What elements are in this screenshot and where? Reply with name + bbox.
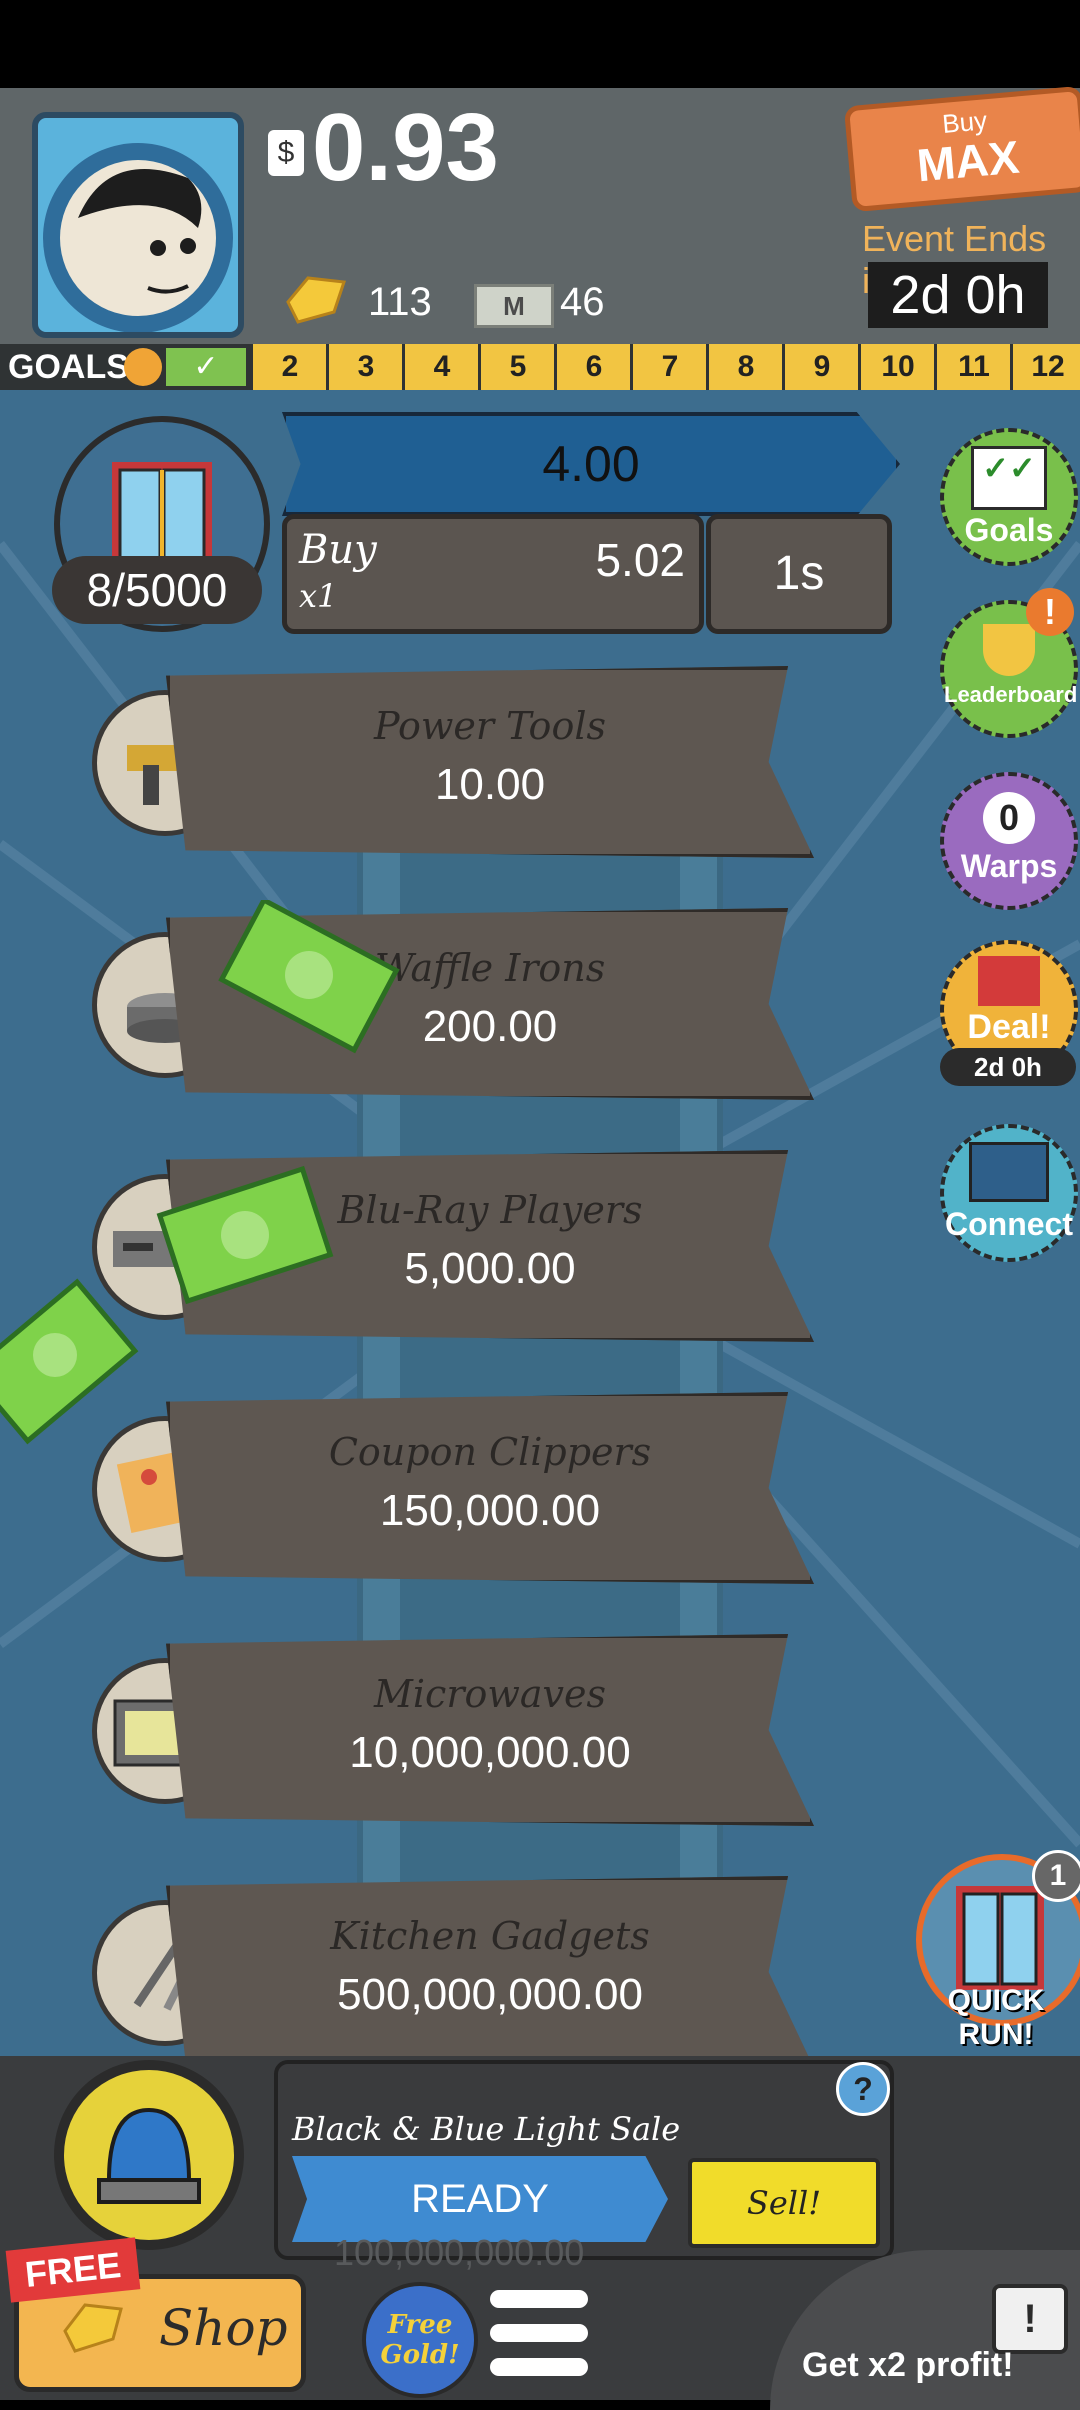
hidden-business-cost: 100,000,000.00 bbox=[334, 2232, 585, 2273]
featured-timer: 1s bbox=[706, 514, 892, 634]
goal-level: 4 bbox=[402, 344, 479, 390]
goal-level: 6 bbox=[554, 344, 631, 390]
quick-run-label: QUICK RUN! bbox=[947, 1984, 1045, 2051]
leaderboard-button-label: Leaderboard bbox=[944, 682, 1078, 707]
menu-icon bbox=[490, 2290, 588, 2308]
featured-progress-bar: 4.00 bbox=[282, 412, 900, 516]
event-timer: 2d 0h bbox=[868, 262, 1048, 328]
goal-level: 5 bbox=[478, 344, 555, 390]
goal-level: 8 bbox=[706, 344, 783, 390]
warps-button-label: Warps bbox=[960, 848, 1058, 884]
siren-icon bbox=[97, 2107, 201, 2204]
gift-box-icon bbox=[978, 956, 1040, 1006]
goal-level: 11 bbox=[934, 344, 1011, 390]
deal-button-label: Deal! bbox=[967, 1008, 1051, 1046]
goal-complete-check-icon: ✓ bbox=[166, 348, 246, 386]
cash-amount: 0.93 bbox=[312, 94, 499, 201]
goal-level: 12 bbox=[1010, 344, 1080, 390]
shop-label: Shop bbox=[159, 2299, 288, 2357]
cash-bill-icon bbox=[156, 1165, 334, 1305]
sell-button[interactable]: Sell! bbox=[688, 2158, 880, 2248]
buy-max-button[interactable]: Buy MAX bbox=[843, 85, 1080, 213]
gift-icon bbox=[124, 348, 162, 386]
goal-level: 2 bbox=[250, 344, 327, 390]
goals-button[interactable]: ✓✓ Goals bbox=[940, 428, 1078, 566]
business-cost: 500,000,000.00 bbox=[337, 1970, 643, 2019]
megabucks-count: 46 bbox=[560, 280, 605, 324]
deal-timer: 2d 0h bbox=[940, 1048, 1076, 1086]
business-name: Power Tools bbox=[374, 704, 606, 748]
warps-button[interactable]: 0 Warps bbox=[940, 772, 1078, 910]
business-cost: 10.00 bbox=[434, 760, 546, 809]
business-row[interactable]: Microwaves 10,000,000.00 bbox=[166, 1634, 814, 1826]
business-row[interactable]: Kitchen Gadgets 500,000,000.00 bbox=[166, 1876, 814, 2068]
sale-status-bar: READY bbox=[292, 2156, 668, 2242]
shop-gold-icon bbox=[63, 2303, 123, 2353]
goal-level: 9 bbox=[782, 344, 859, 390]
gold-bar-icon bbox=[286, 276, 347, 324]
leaderboard-alert-badge: ! bbox=[1026, 588, 1074, 636]
goals-bar[interactable]: GOALS ✓ 2 3 4 5 6 7 8 9 10 11 12 bbox=[0, 344, 1080, 390]
cash-tag-icon: $ bbox=[268, 130, 304, 176]
gold-count: 113 bbox=[368, 280, 432, 324]
goal-level: 10 bbox=[858, 344, 935, 390]
checklist-icon: ✓✓ bbox=[971, 446, 1047, 510]
buy-multiplier: x1 bbox=[299, 577, 338, 615]
featured-buy-button[interactable]: Buy x1 5.02 bbox=[282, 514, 704, 634]
sale-help-button[interactable]: ? bbox=[836, 2062, 890, 2116]
business-row[interactable]: Coupon Clippers 150,000.00 bbox=[166, 1392, 814, 1584]
business-name: Kitchen Gadgets bbox=[330, 1914, 650, 1958]
goals-button-label: Goals bbox=[964, 512, 1054, 548]
x2-profit-label: Get x2 profit! bbox=[802, 2346, 1014, 2384]
business-row[interactable]: Power Tools 10.00 bbox=[166, 666, 814, 858]
siren-button[interactable] bbox=[54, 2060, 244, 2250]
megabucks-icon: M bbox=[474, 284, 554, 328]
goals-label: GOALS bbox=[8, 348, 129, 386]
warps-count: 0 bbox=[983, 792, 1035, 844]
photos-icon bbox=[969, 1142, 1049, 1202]
business-cost: 150,000.00 bbox=[379, 1486, 601, 1535]
tv-ad-icon: ! bbox=[992, 2284, 1068, 2354]
trophy-icon bbox=[983, 624, 1035, 676]
quick-run-count-badge: 1 bbox=[1032, 1850, 1080, 1902]
buy-label: Buy bbox=[299, 527, 377, 573]
status-bar bbox=[0, 0, 1080, 88]
player-avatar[interactable] bbox=[32, 112, 244, 338]
business-cost: 10,000,000.00 bbox=[349, 1728, 631, 1777]
sale-title: Black & Blue Light Sale bbox=[292, 2110, 681, 2148]
astronaut-face-icon bbox=[43, 143, 233, 332]
connect-button-label: Connect bbox=[945, 1206, 1073, 1242]
business-name: Microwaves bbox=[373, 1672, 607, 1716]
cash-bill-icon bbox=[218, 900, 400, 1054]
menu-button[interactable] bbox=[490, 2286, 588, 2382]
buy-cost: 5.02 bbox=[595, 534, 685, 586]
featured-owned-count: 8/5000 bbox=[52, 556, 262, 624]
free-gold-button[interactable]: Free Gold! bbox=[362, 2282, 478, 2398]
cash-bill-icon bbox=[0, 1278, 139, 1445]
goal-level: 7 bbox=[630, 344, 707, 390]
sale-panel: Black & Blue Light Sale READY Sell! ? bbox=[274, 2060, 894, 2260]
connect-button[interactable]: Connect bbox=[940, 1124, 1078, 1262]
goal-level: 3 bbox=[326, 344, 403, 390]
business-name: Coupon Clippers bbox=[328, 1430, 652, 1474]
